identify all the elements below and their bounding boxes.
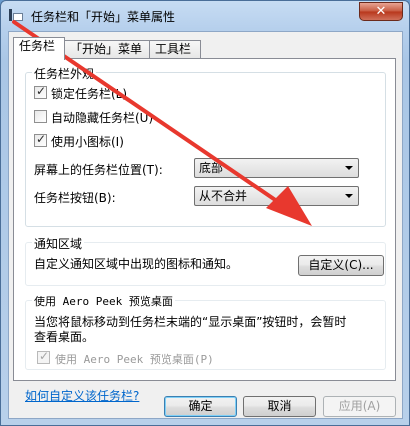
apply-button[interactable]: 应用(A)	[323, 396, 396, 417]
client-area: 任务栏 「开始」菜单 工具栏 任务栏外观 锁定任务栏(L) 自动隐藏任务栏(U)…	[8, 31, 403, 419]
lock-taskbar-label: 锁定任务栏(L)	[51, 87, 128, 101]
notification-group: 通知区域 自定义通知区域中出现的图标和通知。 自定义(C)...	[25, 235, 386, 286]
help-link[interactable]: 如何自定义该任务栏?	[25, 387, 139, 404]
peek-group-title: 使用 Aero Peek 预览桌面	[32, 293, 175, 309]
title-bar[interactable]: 任务栏和「开始」菜单属性 ✕	[1, 1, 409, 31]
appearance-group-title: 任务栏外观	[32, 65, 97, 82]
close-button[interactable]: ✕	[359, 2, 403, 21]
autohide-label: 自动隐藏任务栏(U)	[51, 111, 154, 125]
properties-window: 任务栏和「开始」菜单属性 ✕ 任务栏 「开始」菜单 工具栏 任务栏外观 锁定任务…	[0, 0, 410, 426]
location-label: 屏幕上的任务栏位置(T):	[34, 163, 163, 177]
peek-checkbox-label: 使用 Aero Peek 预览桌面(P)	[55, 353, 214, 366]
cancel-button[interactable]: 取消	[243, 396, 316, 417]
peek-group: 使用 Aero Peek 预览桌面 当您将鼠标移动到任务栏末端的“显示桌面”按钮…	[25, 293, 386, 370]
buttons-label: 任务栏按钮(B):	[34, 191, 116, 205]
ok-button[interactable]: 确定	[164, 396, 237, 417]
chevron-down-icon	[345, 194, 353, 198]
chevron-down-icon	[345, 166, 353, 170]
tab-start-menu[interactable]: 「开始」菜单	[64, 40, 150, 59]
location-value: 底部	[199, 161, 224, 175]
peek-desc-line2: 查看桌面。	[34, 330, 95, 344]
taskbar-icon	[9, 9, 23, 23]
close-icon: ✕	[375, 4, 387, 19]
small-icons-label: 使用小图标(I)	[51, 135, 124, 149]
window-title: 任务栏和「开始」菜单属性	[31, 10, 176, 24]
notification-group-title: 通知区域	[32, 235, 85, 252]
notification-desc: 自定义通知区域中出现的图标和通知。	[34, 257, 239, 271]
lock-taskbar-checkbox[interactable]	[34, 84, 47, 99]
buttons-value: 从不合并	[199, 189, 248, 203]
tab-panel: 任务栏外观 锁定任务栏(L) 自动隐藏任务栏(U) 使用小图标(I) 屏幕上的任…	[13, 58, 396, 403]
appearance-group: 任务栏外观 锁定任务栏(L) 自动隐藏任务栏(U) 使用小图标(I) 屏幕上的任…	[25, 65, 386, 227]
autohide-checkbox[interactable]	[34, 110, 47, 123]
customize-button[interactable]: 自定义(C)...	[298, 255, 384, 276]
peek-checkbox[interactable]	[37, 349, 50, 364]
buttons-select[interactable]: 从不合并	[194, 186, 359, 206]
tab-toolbars[interactable]: 工具栏	[149, 40, 201, 59]
location-select[interactable]: 底部	[194, 158, 359, 178]
tab-taskbar[interactable]: 任务栏	[13, 37, 65, 60]
small-icons-checkbox[interactable]	[34, 132, 47, 147]
